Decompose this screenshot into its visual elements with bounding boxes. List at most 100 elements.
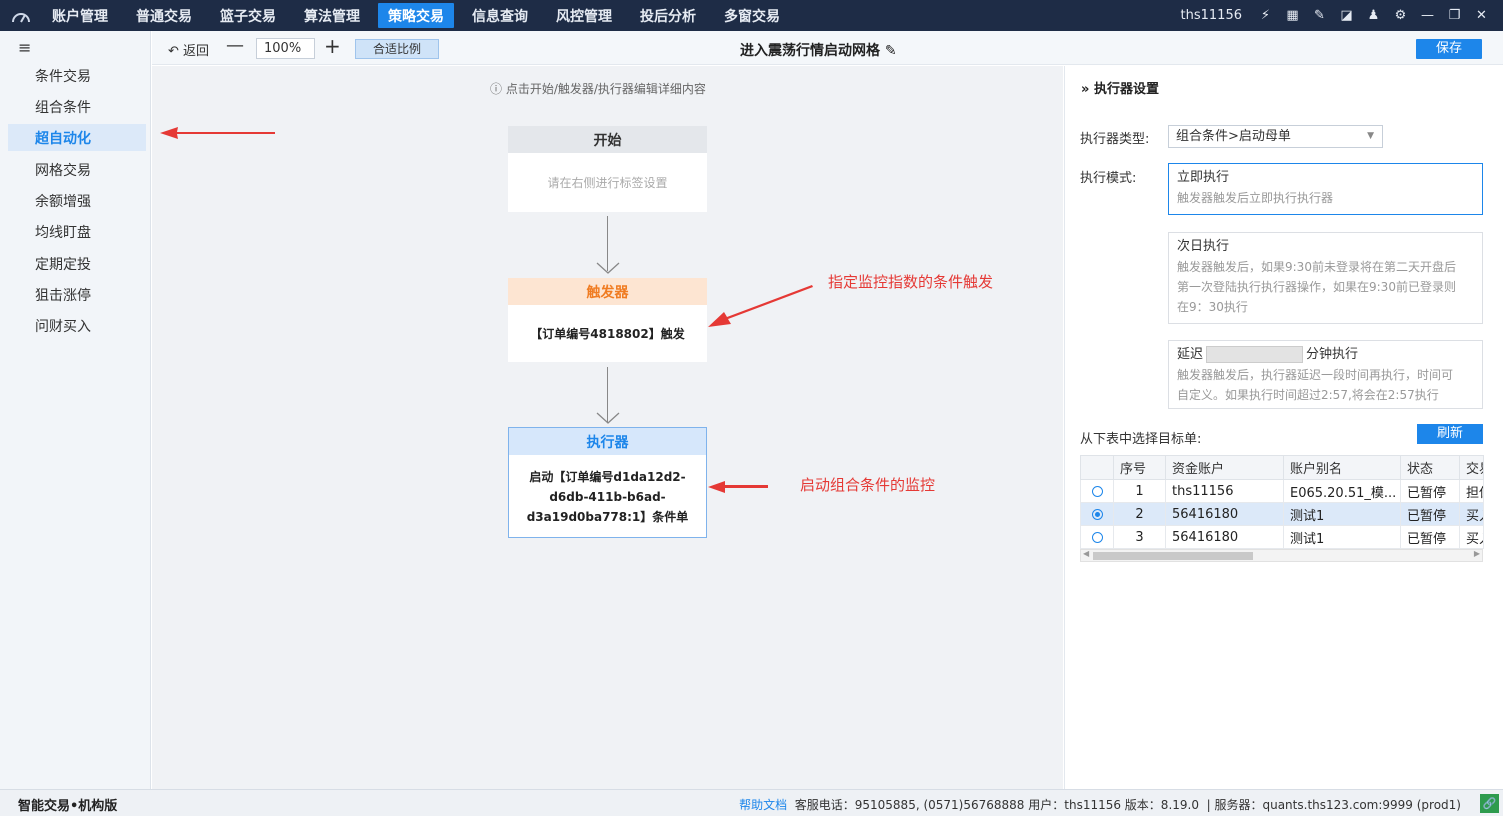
- back-button[interactable]: ↶ 返回: [168, 40, 209, 59]
- delay-minutes-input[interactable]: [1206, 346, 1304, 363]
- minimize-icon[interactable]: —: [1414, 8, 1441, 23]
- top-right-controls: ths11156 ⚡ ▦ ✎ ◪ ♟ ⚙ — ❐ ✕: [1181, 0, 1495, 31]
- cell-alias: 测试1: [1283, 525, 1401, 549]
- radio-button[interactable]: [1091, 485, 1103, 497]
- start-node[interactable]: 开始 请在右侧进行标签设置: [508, 126, 707, 212]
- canvas-hint: ⓘ 点击开始/触发器/执行器编辑详细内容: [490, 80, 706, 97]
- arrow-down-icon: [596, 412, 620, 428]
- mode-delay[interactable]: 延迟 分钟执行 触发器触发后，执行器延迟一段时间再执行，时间可 自定义。如果执行时…: [1168, 340, 1483, 409]
- scrollbar-thumb[interactable]: [1093, 552, 1253, 560]
- table-row[interactable]: 1 ths11156 E065.20.51_模... 已暂停 担保: [1080, 479, 1484, 503]
- executor-body-line: d3a19d0ba778:1】条件单: [526, 510, 689, 524]
- sidebar-item-limit-up-snipe[interactable]: 狙击涨停: [8, 281, 146, 308]
- top-nav-bar: 账户管理 普通交易 篮子交易 算法管理 策略交易 信息查询 风控管理 投后分析 …: [0, 0, 1503, 31]
- cell-trade: 买入: [1459, 502, 1484, 526]
- flow-canvas: ⓘ 点击开始/触发器/执行器编辑详细内容 开始 请在右侧进行标签设置 触发器 【…: [152, 66, 1063, 789]
- fit-scale-button[interactable]: 合适比例: [355, 39, 439, 59]
- executor-settings-panel: » 执行器设置 执行器类型: 组合条件>启动母单 ▼ 执行模式: 立即执行 触发…: [1064, 66, 1503, 789]
- trigger-node-title: 触发器: [508, 278, 707, 305]
- collapse-chevron-icon[interactable]: »: [1081, 82, 1089, 97]
- nav-basket-trading[interactable]: 篮子交易: [210, 3, 286, 28]
- column-header: [1080, 455, 1114, 480]
- trigger-node-body: 【订单编号4818802】触发: [530, 327, 685, 341]
- executor-type-select[interactable]: 组合条件>启动母单 ▼: [1168, 125, 1383, 148]
- cell-status: 已暂停: [1400, 525, 1460, 549]
- cell-account: 56416180: [1165, 525, 1284, 549]
- sidebar-item-balance-boost[interactable]: 余额增强: [8, 187, 146, 214]
- target-order-table: 序号 资金账户 账户别名 状态 交易 1 ths11156 E065.20.51…: [1080, 455, 1484, 549]
- chevron-down-icon: ▼: [1367, 131, 1374, 141]
- nav-info-query[interactable]: 信息查询: [462, 3, 538, 28]
- nav-strategy-trading[interactable]: 策略交易: [378, 3, 454, 28]
- executor-type-label: 执行器类型:: [1080, 132, 1150, 147]
- executor-node[interactable]: 执行器 启动【订单编号d1da12d2- d6db-411b-b6ad- d3a…: [508, 427, 707, 538]
- app-edition: 智能交易•机构版: [18, 799, 118, 814]
- start-node-body: 请在右侧进行标签设置: [547, 176, 668, 190]
- row-radio[interactable]: [1080, 502, 1114, 526]
- mode-next-day[interactable]: 次日执行 触发器触发后，如果9:30前未登录将在第二天开盘后 第一次登陆执行执行…: [1168, 232, 1483, 324]
- menu-icon[interactable]: ≡: [18, 38, 31, 57]
- arrow-down-icon: [596, 262, 620, 278]
- sidebar-item-regular-investment[interactable]: 定期定投: [8, 250, 146, 277]
- table-row[interactable]: 3 56416180 测试1 已暂停 买入: [1080, 525, 1484, 549]
- nav-multi-window-trading[interactable]: 多窗交易: [714, 3, 790, 28]
- executor-type-value: 组合条件>启动母单: [1176, 129, 1291, 144]
- connection-status-icon[interactable]: 🔗: [1480, 794, 1499, 813]
- column-header[interactable]: 账户别名: [1283, 455, 1401, 480]
- mode-next-day-desc: 在9：30执行: [1177, 300, 1248, 314]
- nav-normal-trading[interactable]: 普通交易: [126, 3, 202, 28]
- table-horizontal-scrollbar[interactable]: ◀ ▶: [1080, 549, 1483, 562]
- restore-icon[interactable]: ❐: [1441, 8, 1468, 23]
- server-info: 服务器：quants.ths123.com:9999 (prod1): [1214, 798, 1461, 812]
- zoom-out-button[interactable]: —: [226, 35, 244, 56]
- trigger-node[interactable]: 触发器 【订单编号4818802】触发: [508, 278, 707, 362]
- back-arrow-icon: ↶: [168, 44, 179, 59]
- scroll-left-icon[interactable]: ◀: [1083, 549, 1089, 558]
- nav-account-management[interactable]: 账户管理: [42, 3, 118, 28]
- chart-icon[interactable]: ◪: [1333, 8, 1360, 23]
- save-button[interactable]: 保存: [1416, 39, 1482, 59]
- radio-button[interactable]: [1091, 508, 1103, 520]
- mode-immediate-title: 立即执行: [1177, 170, 1230, 185]
- table-row[interactable]: 2 56416180 测试1 已暂停 买入: [1080, 502, 1484, 526]
- scroll-right-icon[interactable]: ▶: [1474, 549, 1480, 558]
- column-header[interactable]: 交易: [1459, 455, 1484, 480]
- refresh-button[interactable]: 刷新: [1417, 424, 1483, 444]
- strategy-title[interactable]: 进入震荡行情启动网格 ✎: [740, 40, 897, 60]
- row-radio[interactable]: [1080, 479, 1114, 503]
- sidebar-item-combined-condition[interactable]: 组合条件: [8, 93, 146, 120]
- zoom-in-button[interactable]: +: [324, 34, 341, 58]
- bell-icon[interactable]: ♟: [1360, 8, 1387, 23]
- column-header[interactable]: 序号: [1113, 455, 1166, 480]
- executor-body-line: 启动【订单编号d1da12d2-: [529, 470, 686, 484]
- edit-pencil-icon[interactable]: ✎: [885, 43, 897, 59]
- column-header[interactable]: 状态: [1400, 455, 1460, 480]
- mode-delay-prefix: 延迟: [1177, 347, 1204, 362]
- back-label: 返回: [183, 44, 210, 59]
- cell-trade: 担保: [1459, 479, 1484, 503]
- gear-icon[interactable]: ⚙: [1387, 8, 1414, 23]
- nav-post-investment-analysis[interactable]: 投后分析: [630, 3, 706, 28]
- sidebar-item-wencai-buy[interactable]: 问财买入: [8, 312, 146, 339]
- radio-button[interactable]: [1091, 531, 1103, 543]
- mode-immediate[interactable]: 立即执行 触发器触发后立即执行执行器: [1168, 163, 1483, 215]
- sidebar-item-super-automation[interactable]: 超自动化: [8, 124, 146, 151]
- sidebar-item-grid-trading[interactable]: 网格交易: [8, 156, 146, 183]
- cell-alias: E065.20.51_模...: [1283, 479, 1401, 503]
- sidebar-item-conditional-trading[interactable]: 条件交易: [8, 62, 146, 89]
- annotation-trigger-note: 指定监控指数的条件触发: [828, 273, 994, 291]
- mode-delay-desc: 自定义。如果执行时间超过2:57,将会在2:57执行: [1177, 388, 1439, 402]
- sidebar-item-ma-watch[interactable]: 均线盯盘: [8, 218, 146, 245]
- row-radio[interactable]: [1080, 525, 1114, 549]
- nav-algo-management[interactable]: 算法管理: [294, 3, 370, 28]
- column-header[interactable]: 资金账户: [1165, 455, 1284, 480]
- zoom-input[interactable]: 100%: [256, 38, 315, 59]
- layout-icon[interactable]: ▦: [1279, 8, 1306, 23]
- close-icon[interactable]: ✕: [1468, 8, 1495, 23]
- pin-icon[interactable]: ✎: [1306, 8, 1333, 23]
- help-docs-link[interactable]: 帮助文档: [739, 798, 787, 812]
- executor-body-line: d6db-411b-b6ad-: [549, 490, 666, 504]
- cell-no: 1: [1113, 479, 1166, 503]
- lightning-icon[interactable]: ⚡: [1252, 8, 1279, 23]
- nav-risk-management[interactable]: 风控管理: [546, 3, 622, 28]
